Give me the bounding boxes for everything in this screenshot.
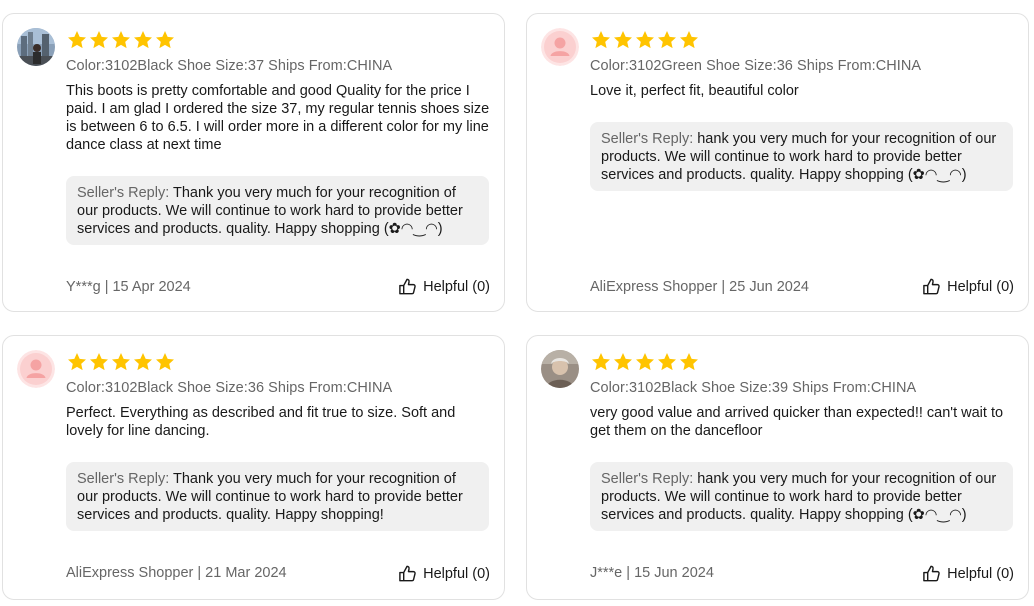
star-icon	[134, 353, 152, 371]
star-icon	[614, 353, 632, 371]
helpful-button[interactable]: Helpful (0)	[922, 277, 1014, 296]
star-icon	[658, 353, 676, 371]
helpful-button[interactable]: Helpful (0)	[398, 564, 490, 583]
star-icon	[592, 353, 610, 371]
review-text: This boots is pretty comfortable and goo…	[66, 83, 490, 153]
sku-info: Color:3102Black Shoe Size:36 Ships From:…	[66, 380, 393, 396]
star-icon	[156, 31, 174, 49]
review-text: Love it, perfect fit, beautiful color	[590, 83, 799, 99]
review-text: Perfect. Everything as described and fit…	[66, 405, 456, 439]
review-text: very good value and arrived quicker than…	[590, 405, 1004, 439]
review-card: Color:3102Black Shoe Size:39 Ships From:…	[526, 335, 1029, 600]
star-icon	[112, 31, 130, 49]
star-icon	[112, 353, 130, 371]
star-icon	[680, 31, 698, 49]
default-avatar-icon	[541, 28, 579, 66]
seller-reply-label: Seller's Reply:	[601, 471, 694, 487]
seller-reply-label: Seller's Reply:	[601, 131, 694, 147]
helpful-label: Helpful (0)	[947, 278, 1014, 295]
review-card: Color:3102Green Shoe Size:36 Ships From:…	[526, 13, 1029, 312]
star-icon	[636, 353, 654, 371]
helpful-button[interactable]: Helpful (0)	[398, 277, 490, 296]
thumbs-up-icon	[923, 565, 940, 582]
thumbs-up-icon	[399, 278, 416, 295]
thumbs-up-icon	[399, 565, 416, 582]
star-icon	[68, 31, 86, 49]
helpful-button[interactable]: Helpful (0)	[922, 564, 1014, 583]
helpful-label: Helpful (0)	[947, 565, 1014, 582]
helpful-label: Helpful (0)	[423, 278, 490, 295]
review-card: Color:3102Black Shoe Size:36 Ships From:…	[2, 335, 505, 600]
reviewer-date: AliExpress Shopper | 25 Jun 2024	[590, 279, 809, 295]
sku-info: Color:3102Black Shoe Size:39 Ships From:…	[590, 380, 917, 396]
reviewer-date: J***e | 15 Jun 2024	[590, 565, 714, 581]
user-photo-icon	[17, 28, 55, 66]
star-icon	[658, 31, 676, 49]
default-avatar-icon	[17, 350, 55, 388]
star-icon	[614, 31, 632, 49]
rating-stars	[66, 29, 176, 51]
seller-reply-label: Seller's Reply:	[77, 471, 170, 487]
thumbs-up-icon	[923, 278, 940, 295]
sku-info: Color:3102Green Shoe Size:36 Ships From:…	[590, 58, 922, 74]
star-icon	[636, 31, 654, 49]
star-icon	[90, 31, 108, 49]
user-photo-icon	[541, 350, 579, 388]
seller-reply-label: Seller's Reply:	[77, 185, 170, 201]
star-icon	[592, 31, 610, 49]
star-icon	[90, 353, 108, 371]
rating-stars	[66, 351, 176, 373]
seller-reply: Seller's Reply: hank you very much for y…	[590, 462, 1013, 531]
seller-reply: Seller's Reply: Thank you very much for …	[66, 462, 489, 531]
seller-reply: Seller's Reply: hank you very much for y…	[590, 122, 1013, 191]
seller-reply: Seller's Reply: Thank you very much for …	[66, 176, 489, 245]
rating-stars	[590, 29, 700, 51]
reviewer-date: AliExpress Shopper | 21 Mar 2024	[66, 565, 287, 581]
review-card: Color:3102Black Shoe Size:37 Ships From:…	[2, 13, 505, 312]
reviewer-date: Y***g | 15 Apr 2024	[66, 279, 191, 295]
star-icon	[134, 31, 152, 49]
helpful-label: Helpful (0)	[423, 565, 490, 582]
rating-stars	[590, 351, 700, 373]
sku-info: Color:3102Black Shoe Size:37 Ships From:…	[66, 58, 393, 74]
star-icon	[156, 353, 174, 371]
star-icon	[680, 353, 698, 371]
star-icon	[68, 353, 86, 371]
